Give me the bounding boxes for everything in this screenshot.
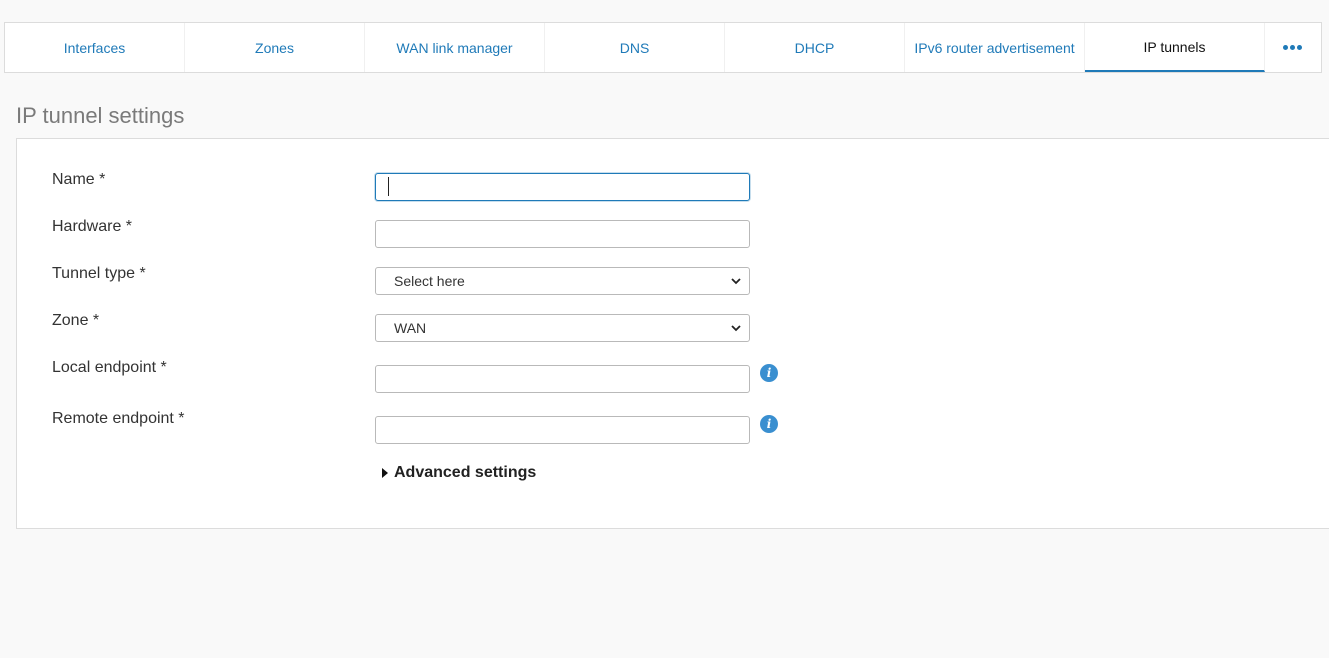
more-dots-icon [1282,45,1302,50]
tab-dhcp[interactable]: DHCP [725,23,905,72]
tunnel-type-select[interactable]: Select here [375,267,750,295]
local-endpoint-label: Local endpoint * [52,359,167,376]
chevron-down-icon [731,325,741,332]
zone-label: Zone * [52,312,100,329]
tunnel-type-label: Tunnel type * [52,265,146,282]
zone-selected: WAN [394,320,427,336]
text-caret [388,177,389,196]
hardware-input[interactable] [375,220,750,248]
remote-endpoint-label: Remote endpoint * [52,410,185,427]
name-input[interactable] [375,173,750,201]
section-title: IP tunnel settings [16,103,185,128]
info-icon[interactable]: i [760,364,778,382]
expand-triangle-icon [382,468,388,478]
tab-wan-link-manager[interactable]: WAN link manager [365,23,545,72]
advanced-settings-label: Advanced settings [394,464,537,481]
tab-ip-tunnels[interactable]: IP tunnels [1085,23,1265,72]
chevron-down-icon [731,278,741,285]
info-icon[interactable]: i [760,415,778,433]
zone-select[interactable]: WAN [375,314,750,342]
tunnel-type-selected: Select here [394,273,465,289]
advanced-settings-toggle[interactable]: Advanced settings [382,464,536,482]
tab-ipv6-router-advertisement[interactable]: IPv6 router advertisement [905,23,1085,72]
more-tabs-button[interactable] [1265,23,1319,72]
tab-bar: Interfaces Zones WAN link manager DNS DH… [4,22,1322,73]
name-label: Name * [52,171,106,188]
tab-dns[interactable]: DNS [545,23,725,72]
tab-interfaces[interactable]: Interfaces [5,23,185,72]
hardware-label: Hardware * [52,218,133,235]
tab-zones[interactable]: Zones [185,23,365,72]
remote-endpoint-input[interactable] [375,416,750,444]
local-endpoint-input[interactable] [375,365,750,393]
